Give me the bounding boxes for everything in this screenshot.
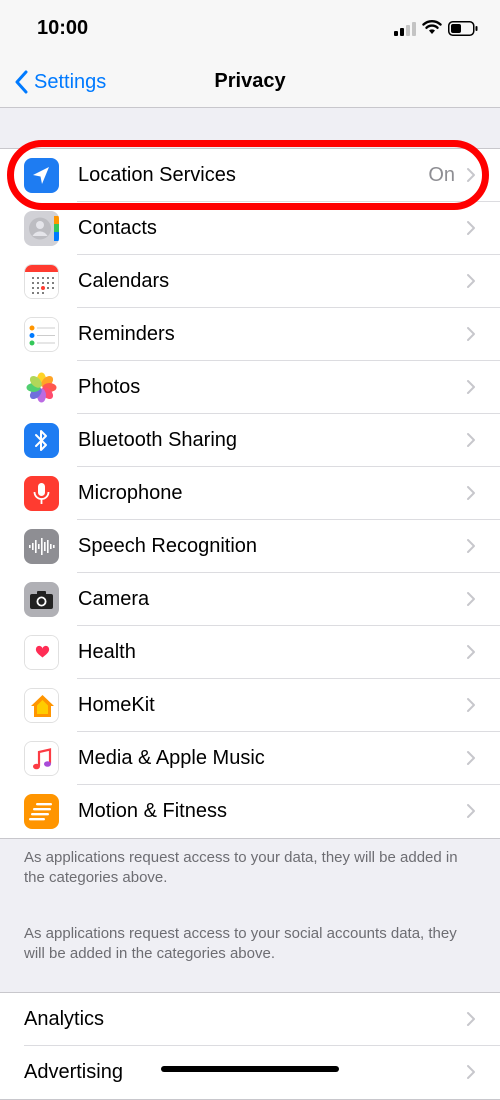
row-location-services[interactable]: Location Services On [0,149,500,202]
social-access-note: As applications request access to your s… [24,925,457,962]
row-advertising[interactable]: Advertising [0,1046,500,1099]
row-camera[interactable]: Camera [0,573,500,626]
row-microphone[interactable]: Microphone [0,467,500,520]
row-label: Contacts [78,217,157,239]
homekit-icon [24,688,59,723]
row-analytics[interactable]: Analytics [0,993,500,1046]
row-reminders[interactable]: Reminders [0,308,500,361]
data-access-note: As applications request access to your d… [24,849,458,886]
reminders-icon [24,317,59,352]
contacts-icon [24,211,59,246]
battery-icon [448,21,478,36]
speech-recognition-icon [24,529,59,564]
microphone-icon [24,476,59,511]
row-contacts[interactable]: Contacts [0,202,500,255]
chevron-right-icon [467,751,475,765]
chevron-right-icon [467,274,475,288]
row-label: Bluetooth Sharing [78,429,238,451]
navigation-bar: Settings Privacy [0,58,500,108]
chevron-right-icon [467,486,475,500]
cellular-signal-icon [394,22,416,36]
row-speech-recognition[interactable]: Speech Recognition [0,520,500,573]
home-indicator[interactable] [161,1066,339,1072]
calendar-icon [24,264,59,299]
row-motion-fitness[interactable]: Motion & Fitness [0,785,500,838]
row-label: HomeKit [78,694,155,716]
row-label: Location Services [78,164,236,186]
status-time: 10:00 [37,17,89,39]
row-label: Speech Recognition [78,535,258,557]
row-label: Reminders [78,323,175,345]
music-note-icon [24,741,59,776]
chevron-right-icon [467,1012,475,1026]
chevron-right-icon [467,221,475,235]
camera-icon [24,582,59,617]
chevron-right-icon [467,168,475,182]
row-calendars[interactable]: Calendars [0,255,500,308]
row-bluetooth-sharing[interactable]: Bluetooth Sharing [0,414,500,467]
row-health[interactable]: Health [0,626,500,679]
row-label: Photos [78,376,141,398]
row-label: Media & Apple Music [78,747,265,769]
chevron-right-icon [467,539,475,553]
page-title: Privacy [214,70,286,92]
row-label: Advertising [24,1061,123,1083]
bluetooth-icon [24,423,59,458]
row-photos[interactable]: Photos [0,361,500,414]
location-arrow-icon [24,158,59,193]
status-bar: 10:00 [0,0,500,58]
row-label: Health [78,641,136,663]
row-label: Motion & Fitness [78,800,227,822]
chevron-right-icon [467,1065,475,1079]
chevron-right-icon [467,645,475,659]
row-label: Microphone [78,482,183,504]
photos-icon [24,370,59,405]
row-label: Calendars [78,270,170,292]
row-value: On [428,164,455,186]
chevron-right-icon [467,804,475,818]
chevron-right-icon [467,327,475,341]
row-label: Analytics [24,1008,105,1030]
chevron-right-icon [467,433,475,447]
privacy-list: Location Services On Contacts Calendars … [0,148,500,839]
chevron-right-icon [467,380,475,394]
analytics-list: Analytics Advertising [0,992,500,1100]
row-media-apple-music[interactable]: Media & Apple Music [0,732,500,785]
chevron-right-icon [467,698,475,712]
row-homekit[interactable]: HomeKit [0,679,500,732]
health-heart-icon [24,635,59,670]
chevron-right-icon [467,592,475,606]
row-label: Camera [78,588,150,610]
motion-fitness-icon [24,794,59,829]
wifi-icon [422,20,442,34]
